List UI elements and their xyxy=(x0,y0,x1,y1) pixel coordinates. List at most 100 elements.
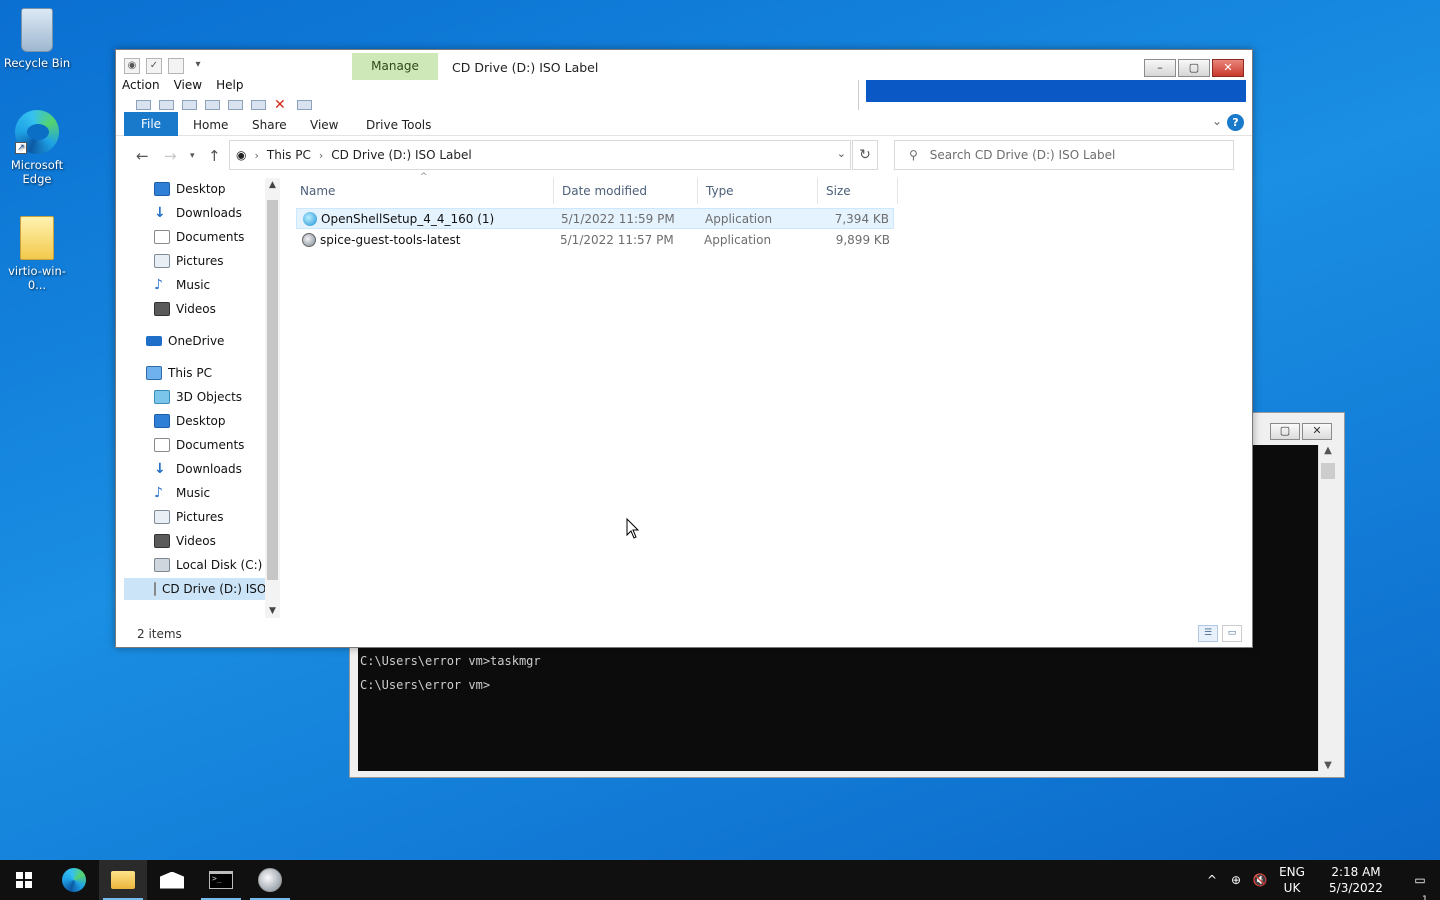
close-icon[interactable]: ✕ xyxy=(1302,423,1332,440)
delete-icon[interactable]: ✕ xyxy=(274,98,289,112)
nav-item-music-pc[interactable]: ♪ Music xyxy=(154,482,210,504)
navigation-scrollbar[interactable]: ▲ ▼ xyxy=(265,178,280,618)
nav-item-this-pc[interactable]: This PC xyxy=(146,362,212,384)
clock[interactable]: 2:18 AM 5/3/2022 xyxy=(1312,864,1400,896)
nav-item-downloads[interactable]: ↓Downloads📌 xyxy=(154,202,279,224)
file-explorer-window[interactable]: ◉ ✓ ▾ Manage CD Drive (D:) ISO Label – ▢… xyxy=(115,49,1253,648)
scroll-thumb[interactable] xyxy=(267,200,278,580)
toolbar-icon[interactable] xyxy=(297,100,312,110)
title-bar[interactable]: ◉ ✓ ▾ Manage CD Drive (D:) ISO Label – ▢… xyxy=(116,50,1252,80)
taskbar-command-prompt[interactable]: >_ xyxy=(197,860,245,900)
scroll-thumb[interactable] xyxy=(1321,463,1335,479)
nav-item-desktop[interactable]: Desktop📌 xyxy=(154,178,279,200)
details-view-icon[interactable]: ☰ xyxy=(1198,625,1218,642)
desktop-icon-edge[interactable]: ↗ Microsoft Edge xyxy=(0,110,74,186)
desktop-icon-recycle-bin[interactable]: Recycle Bin xyxy=(0,8,74,70)
menu-help[interactable]: Help xyxy=(216,78,243,92)
taskbar-installer[interactable] xyxy=(246,860,294,900)
maximize-icon[interactable]: ▢ xyxy=(1270,423,1300,440)
tab-drive-tools[interactable]: Drive Tools xyxy=(366,114,431,136)
search-input[interactable]: ⚲ Search CD Drive (D:) ISO Label xyxy=(894,140,1234,170)
maximize-button[interactable]: ▢ xyxy=(1178,59,1210,77)
close-button[interactable]: ✕ xyxy=(1212,59,1244,77)
language-indicator[interactable]: ENG UK xyxy=(1272,864,1312,896)
tab-home[interactable]: Home xyxy=(193,114,228,136)
scroll-up-icon[interactable]: ▲ xyxy=(265,180,280,190)
back-arrow-icon[interactable]: ← xyxy=(136,147,149,165)
up-arrow-icon[interactable]: ↑ xyxy=(208,147,221,165)
navigation-pane[interactable]: Desktop📌 ↓Downloads📌 Documents📌 Pictures… xyxy=(124,178,279,618)
chevron-right-icon[interactable]: › xyxy=(254,149,258,162)
new-folder-icon[interactable] xyxy=(168,58,184,74)
file-row[interactable]: OpenShellSetup_4_4_160 (1) 5/1/2022 11:5… xyxy=(296,208,894,229)
start-button[interactable] xyxy=(0,860,48,900)
tab-file[interactable]: File xyxy=(124,112,178,136)
breadcrumb-current[interactable]: CD Drive (D:) ISO Label xyxy=(331,148,472,162)
chevron-down-icon[interactable]: ⌄ xyxy=(837,147,846,160)
notification-center-button[interactable]: ▭ 1 xyxy=(1400,872,1440,900)
nav-item-pictures-pc[interactable]: Pictures xyxy=(154,506,224,528)
file-row[interactable]: spice-guest-tools-latest 5/1/2022 11:57 … xyxy=(296,230,894,251)
address-bar[interactable]: ◉ › This PC › CD Drive (D:) ISO Label ⌄ xyxy=(229,140,851,170)
nav-item-videos-pc[interactable]: Videos xyxy=(154,530,216,552)
taskbar-edge[interactable] xyxy=(50,860,98,900)
properties-icon[interactable]: ✓ xyxy=(146,58,162,74)
column-header-size[interactable]: Size xyxy=(818,178,898,204)
toolbar-icon[interactable] xyxy=(228,100,243,110)
column-header-type[interactable]: Type xyxy=(698,178,818,204)
breadcrumb-this-pc[interactable]: This PC xyxy=(267,148,311,162)
menu-action[interactable]: Action xyxy=(122,78,160,92)
help-icon[interactable]: ? xyxy=(1227,114,1244,131)
tab-manage[interactable]: Manage xyxy=(352,53,438,80)
chevron-down-icon[interactable]: ⌄ xyxy=(1212,114,1222,128)
tab-share[interactable]: Share xyxy=(252,114,287,136)
nav-item-music[interactable]: ♪ Music xyxy=(154,274,210,296)
volume-muted-icon[interactable]: 🔇 xyxy=(1248,872,1272,888)
scroll-down-icon[interactable]: ▼ xyxy=(265,606,280,616)
menu-view[interactable]: View xyxy=(174,78,202,92)
toolbar-icon[interactable] xyxy=(205,100,220,110)
console-scrollbar[interactable]: ▲ ▼ xyxy=(1318,445,1336,771)
nav-item-documents-pc[interactable]: Documents xyxy=(154,434,244,456)
nav-item-onedrive[interactable]: OneDrive xyxy=(146,330,224,352)
recent-chevron-icon[interactable]: ▾ xyxy=(190,151,195,161)
network-icon[interactable]: ⊕ xyxy=(1224,872,1248,888)
nav-item-3d-objects[interactable]: 3D Objects xyxy=(154,386,242,408)
column-header-date-modified[interactable]: Date modified xyxy=(554,178,698,204)
desktop-icon-virtio-folder[interactable]: virtio-win-0... xyxy=(0,216,74,292)
toolbar-icon[interactable] xyxy=(251,100,266,110)
nav-item-documents[interactable]: Documents📌 xyxy=(154,226,279,248)
taskbar-mail[interactable] xyxy=(148,860,196,900)
taskbar-file-explorer[interactable] xyxy=(99,860,147,900)
refresh-button[interactable]: ↻ xyxy=(852,140,878,170)
nav-item-local-disk[interactable]: Local Disk (C:) xyxy=(154,554,262,576)
scroll-down-icon[interactable]: ▼ xyxy=(1319,760,1337,771)
chevron-right-icon[interactable]: › xyxy=(319,149,323,162)
nav-item-cd-drive[interactable]: CD Drive (D:) ISO xyxy=(124,578,266,600)
chevron-down-icon[interactable]: ▾ xyxy=(190,58,206,74)
recycle-bin-icon xyxy=(21,8,53,52)
computer-icon xyxy=(146,366,162,380)
tab-view[interactable]: View xyxy=(310,114,338,136)
minimize-button[interactable]: – xyxy=(1144,59,1176,77)
chevron-up-icon[interactable]: ^ xyxy=(1200,872,1224,888)
toolbar-icon[interactable] xyxy=(136,100,151,110)
desktop-icon-label: virtio-win-0... xyxy=(8,264,66,292)
large-icons-view-icon[interactable]: ▭ xyxy=(1222,625,1242,642)
nav-item-pictures[interactable]: Pictures📌 xyxy=(154,250,279,272)
installer-icon xyxy=(303,212,317,226)
nav-item-downloads-pc[interactable]: ↓ Downloads xyxy=(154,458,242,480)
edge-icon xyxy=(62,868,86,892)
nav-item-desktop-pc[interactable]: Desktop xyxy=(154,410,226,432)
nav-item-videos[interactable]: Videos xyxy=(154,298,216,320)
column-header-name[interactable]: Name xyxy=(292,178,554,204)
pictures-icon xyxy=(154,254,170,268)
forward-arrow-icon[interactable]: → xyxy=(164,147,177,165)
file-list[interactable]: ^ Name Date modified Type Size OpenShell… xyxy=(292,172,1250,618)
drive-icon: ◉ xyxy=(236,148,247,162)
drive-icon[interactable]: ◉ xyxy=(124,58,140,74)
toolbar-icon[interactable] xyxy=(159,100,174,110)
scroll-up-icon[interactable]: ▲ xyxy=(1319,445,1337,456)
toolbar-icon[interactable] xyxy=(182,100,197,110)
desktop-icon-label: Recycle Bin xyxy=(3,56,71,70)
